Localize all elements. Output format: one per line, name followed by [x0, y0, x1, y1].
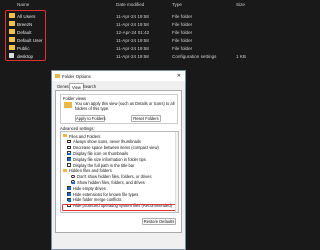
date-modified: 12-Apr-24 01:42 — [116, 29, 150, 35]
date-modified: 11-Apr-24 19:58 — [116, 13, 149, 19]
dialog-title: Folder Options — [62, 73, 91, 79]
dialog-titlebar: Folder Options ✕ — [52, 71, 185, 81]
checkbox[interactable] — [67, 186, 71, 190]
scrollbar[interactable] — [175, 132, 178, 212]
checkbox[interactable] — [67, 151, 71, 155]
date-modified: 11-Apr-24 19:58 — [116, 21, 149, 27]
settings-item[interactable]: Hide folder merge conflicts — [61, 197, 178, 202]
column-type[interactable]: Type — [172, 2, 182, 7]
apply-to-folders-button[interactable]: Apply to Folders — [75, 115, 106, 122]
column-date[interactable]: Date modified — [116, 2, 144, 7]
file-type: File folder — [172, 21, 193, 27]
checkbox[interactable] — [67, 192, 71, 196]
folder-options-dialog: Folder Options ✕ General View Search Fol… — [51, 70, 186, 250]
checkbox[interactable] — [67, 145, 71, 150]
date-modified: 11-Apr-24 19:58 — [116, 37, 149, 43]
date-modified: 11-Apr-24 19:58 — [116, 53, 149, 59]
folder-views-group: Folder views You can apply this view (su… — [60, 94, 178, 124]
settings-item[interactable]: Display the full path in the title bar — [61, 162, 178, 168]
checkbox[interactable] — [67, 157, 71, 161]
close-icon[interactable]: ✕ — [177, 73, 181, 79]
settings-item[interactable]: Display file icon on thumbnails — [61, 150, 178, 156]
restore-defaults-button[interactable]: Restore Defaults — [142, 218, 176, 225]
tab-search[interactable]: Search — [81, 83, 98, 90]
folder-icon — [64, 102, 72, 108]
settings-item[interactable]: Hide empty drives — [61, 185, 178, 191]
settings-item[interactable]: Don't show hidden files, folders, or dri… — [61, 174, 178, 179]
settings-item[interactable]: Decrease space between items (compact vi… — [61, 145, 178, 150]
folder-icon — [63, 134, 67, 138]
settings-item[interactable]: Hide extensions for known file types — [61, 191, 178, 197]
checkbox[interactable] — [67, 163, 71, 167]
folder-icon — [63, 168, 67, 173]
checkbox[interactable] — [67, 139, 71, 144]
file-type: File folder — [172, 29, 193, 35]
settings-item[interactable]: Display file size information in folder … — [61, 156, 178, 162]
file-size: 1 KB — [236, 53, 246, 59]
folder-views-description: You can apply this view (such as Details… — [75, 101, 175, 111]
file-type: File folder — [172, 37, 193, 43]
column-size[interactable]: Size — [236, 2, 245, 7]
settings-item: Hidden files and folders — [61, 168, 178, 173]
column-name[interactable]: Name — [17, 2, 29, 7]
file-type: File folder — [172, 13, 193, 19]
reset-folders-button[interactable]: Reset Folders — [131, 115, 161, 122]
radio-button[interactable] — [71, 174, 75, 179]
radio-button[interactable] — [71, 180, 75, 184]
view-tab-panel: Folder views You can apply this view (su… — [55, 90, 182, 233]
folder-icon — [55, 73, 60, 78]
highlight-box — [62, 204, 178, 211]
settings-item[interactable]: Always show icons, never thumbnails — [61, 139, 178, 144]
settings-item[interactable]: Show hidden files, folders, and drives — [61, 179, 178, 185]
file-type: File folder — [172, 45, 193, 51]
date-modified: 11-Apr-24 19:58 — [116, 45, 149, 51]
checkbox[interactable] — [67, 197, 71, 202]
settings-item: Files and Folders — [61, 133, 178, 139]
file-type: Configuration settings — [172, 53, 217, 59]
advanced-settings-tree: Files and Folders Always show icons, neve… — [60, 131, 179, 213]
highlight-box — [5, 10, 46, 61]
